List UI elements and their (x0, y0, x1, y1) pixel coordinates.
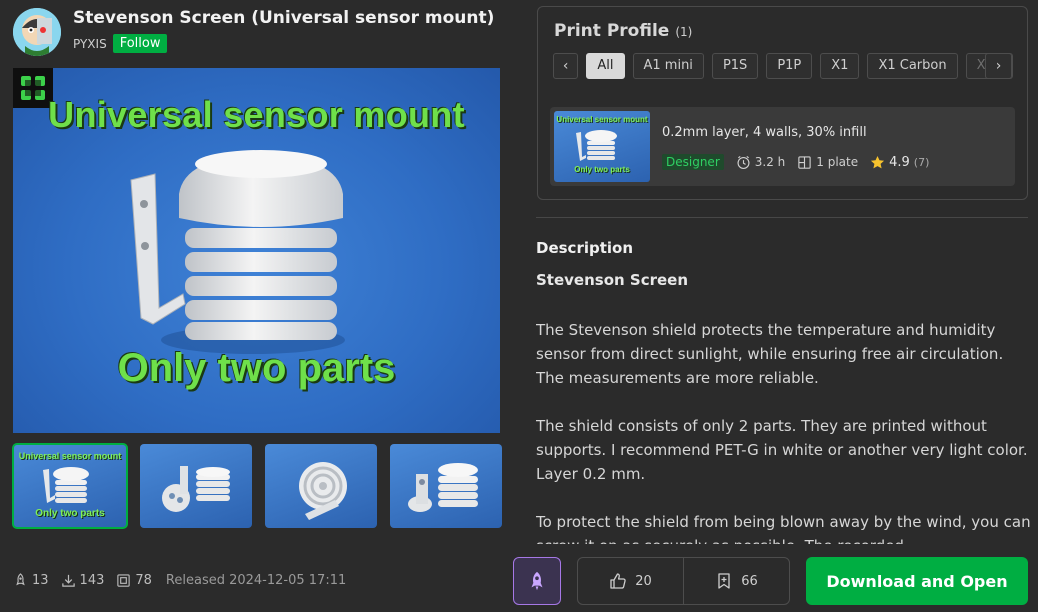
profile-thumb-caption-bottom: Only two parts (574, 165, 630, 174)
boost-stat: 13 (13, 573, 49, 588)
chip-p1s[interactable]: P1S (711, 53, 759, 79)
avatar-illustration (13, 8, 61, 56)
follow-button[interactable]: Follow (112, 34, 168, 53)
description-heading: Description (536, 239, 634, 257)
chip-p1p[interactable]: P1P (766, 53, 813, 79)
clock-icon (737, 155, 750, 169)
chip-x1-carbon[interactable]: X1 Carbon (867, 53, 958, 79)
parts-angle-illustration (299, 462, 347, 520)
description-body: The Stevenson shield protects the temper… (536, 318, 1031, 544)
description-paragraph: To protect the shield from being blown a… (536, 513, 1031, 544)
release-date: Released 2024-12-05 17:11 (165, 573, 347, 588)
description-paragraph: The shield consists of only 2 parts. The… (536, 417, 1028, 483)
thumbnail-parts-flat[interactable] (140, 444, 252, 528)
printer-filter-chips: ‹ All A1 mini P1S P1P X1 X1 Carbon X1E (553, 53, 1013, 80)
print-time: 3.2 h (736, 155, 786, 170)
print-profile-count: (1) (675, 25, 693, 39)
download-stat: 143 (61, 573, 105, 588)
thumbs-up-icon (610, 573, 626, 589)
profile-title: 0.2mm layer, 4 walls, 30% infill (662, 125, 867, 140)
thumbnail-caption-bottom: Only two parts (35, 508, 105, 519)
thumbnail-assembled-side[interactable] (390, 444, 502, 528)
chip-all[interactable]: All (586, 53, 625, 79)
thumbnail-cover[interactable]: Universal sensor mount Only two parts (12, 443, 128, 529)
like-count: 20 (635, 573, 652, 589)
chevron-left-icon[interactable]: ‹ (553, 53, 579, 79)
hero-caption-bottom: Only two parts (117, 346, 396, 390)
plate-count-value: 1 plate (816, 155, 859, 169)
thumbnail-parts-angle[interactable] (265, 444, 377, 528)
download-count: 143 (79, 573, 105, 588)
plate-icon (798, 155, 811, 169)
hero-image[interactable]: Universal sensor mount Only two parts (13, 68, 500, 433)
collect-count: 66 (741, 573, 758, 589)
plate-count: 1 plate (797, 155, 858, 170)
download-and-open-button[interactable]: Download and Open (806, 557, 1028, 605)
engagement-buttons: 20 66 (577, 557, 790, 605)
model-stats: 13 143 78 Released 2024-12-05 17:11 (13, 573, 346, 588)
rating-value: 4.9 (889, 154, 910, 170)
thumbnail-strip: Universal sensor mount Only two parts (12, 443, 502, 529)
chip-x1[interactable]: X1 (820, 53, 860, 79)
profile-meta: Designer 3.2 h 1 plate 4.9 (7) (662, 154, 929, 170)
model-title: Stevenson Screen (Universal sensor mount… (73, 8, 495, 28)
print-profile-header: Print Profile (1) (554, 21, 692, 41)
print-profile-panel: Print Profile (1) ‹ All A1 mini P1S P1P … (537, 6, 1028, 200)
section-divider (536, 217, 1028, 218)
boost-button[interactable] (513, 557, 561, 605)
author-avatar[interactable] (13, 8, 61, 56)
author-name[interactable]: PYXIS (73, 37, 107, 51)
printer-icon (117, 574, 131, 587)
print-stat: 78 (116, 573, 152, 588)
rating-count: (7) (913, 155, 930, 169)
boost-count: 13 (32, 573, 49, 588)
description-subheading: Stevenson Screen (536, 271, 689, 289)
designer-badge: Designer (662, 154, 724, 170)
collect-button[interactable]: 66 (683, 558, 789, 604)
profile-rating: 4.9 (7) (870, 155, 929, 170)
rocket-icon (16, 573, 25, 586)
star-icon (871, 155, 885, 168)
profile-thumbnail: Universal sensor mount Only two parts (554, 111, 650, 182)
print-time-value: 3.2 h (754, 155, 786, 169)
author-row: PYXIS Follow (73, 34, 168, 53)
print-profile-title: Print Profile (554, 21, 670, 41)
profile-item[interactable]: Universal sensor mount Only two parts 0.… (550, 107, 1015, 186)
bookmark-add-icon (718, 573, 730, 589)
like-button[interactable]: 20 (578, 558, 683, 604)
download-icon (61, 574, 75, 587)
assembled-side-illustration (408, 463, 478, 512)
chip-a1-mini[interactable]: A1 mini (632, 53, 704, 79)
rocket-icon (531, 571, 543, 591)
print-count: 78 (135, 573, 152, 588)
parts-flat-illustration (162, 466, 230, 512)
chevron-right-icon[interactable]: › (985, 53, 1012, 79)
description-paragraph: The Stevenson shield protects the temper… (536, 321, 1004, 387)
